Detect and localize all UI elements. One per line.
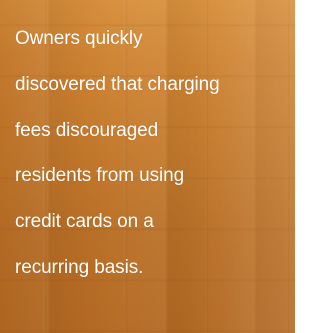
- quote-line-6: recurring basis.: [15, 256, 144, 278]
- quote-line-3: fees discouraged: [15, 119, 159, 141]
- quote-line-5: credit cards on a: [15, 211, 154, 233]
- quote-line-4: residents from using: [15, 165, 185, 187]
- quote-line-1: Owners quickly: [15, 28, 143, 49]
- quote-text: Owners quickly discovered that charging …: [15, 16, 285, 291]
- promotional-quote-panel: Owners quickly discovered that charging …: [0, 0, 295, 333]
- quote-line-2: discovered that charging: [15, 73, 220, 95]
